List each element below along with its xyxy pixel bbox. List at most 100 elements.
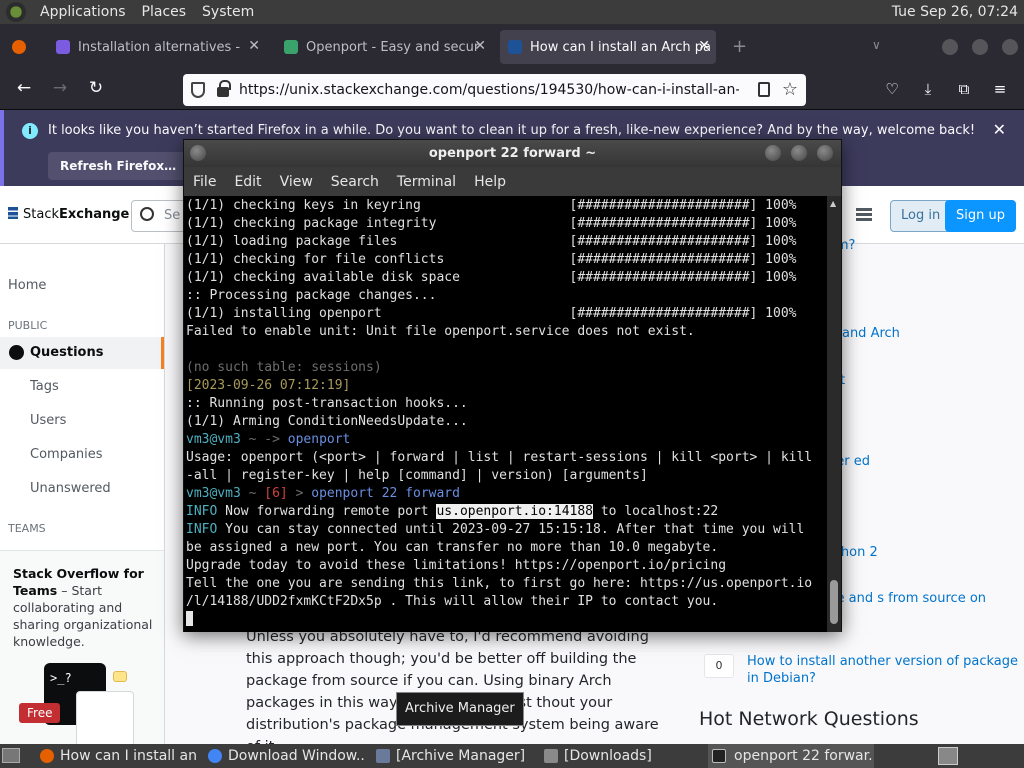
taskbar-tooltip: Archive Manager (396, 692, 524, 726)
stackexchange-logo[interactable]: StackExchange (8, 207, 129, 222)
list-all-tabs-icon[interactable]: ∨ (872, 38, 881, 52)
tab-installation-alternatives[interactable]: Installation alternatives - ✕ (48, 30, 266, 64)
login-button[interactable]: Log in (890, 200, 952, 232)
maximize-window-icon[interactable] (972, 39, 988, 55)
close-tab-icon[interactable]: ✕ (698, 38, 710, 54)
nav-users[interactable]: Users (30, 413, 66, 428)
taskbar-item-archive-manager[interactable]: [Archive Manager] (374, 744, 534, 768)
bookmark-star-icon[interactable]: ☆ (782, 79, 798, 100)
scroll-up-icon[interactable]: ▲ (830, 199, 836, 208)
close-tab-icon[interactable]: ✕ (474, 38, 486, 54)
terminal-menubar: File Edit View Search Terminal Help (184, 167, 841, 196)
terminal-line: [2023-09-26 07:12:19] (186, 378, 351, 393)
terminal-line: (1/1) checking keys in keyring [########… (186, 198, 797, 213)
distro-logo-icon[interactable] (6, 2, 26, 22)
terminal-cursor-line (186, 611, 827, 629)
menu-terminal[interactable]: Terminal (388, 174, 465, 190)
url-text[interactable]: https://unix.stackexchange.com/questions… (239, 82, 739, 98)
terminal-scrollbar[interactable]: ▲ (827, 196, 841, 632)
terminal-title: openport 22 forward ~ (428, 146, 597, 161)
left-sidebar: Home PUBLIC Questions Tags Users Compani… (0, 244, 165, 751)
terminal-output[interactable]: (1/1) checking keys in keyring [########… (184, 196, 827, 632)
terminal-window[interactable]: openport 22 forward ~ File Edit View Sea… (183, 139, 842, 632)
nav-companies[interactable]: Companies (30, 447, 103, 462)
tab-how-can-i-install[interactable]: How can I install an Arch pa ✕ (500, 30, 716, 64)
bottom-taskbar: How can I install an ... Download Window… (0, 744, 1024, 768)
nav-unanswered[interactable]: Unanswered (30, 481, 111, 496)
taskbar-item-terminal[interactable]: openport 22 forwar... (708, 744, 874, 768)
terminal-line: (no such table: sessions) (186, 360, 382, 375)
close-tab-icon[interactable]: ✕ (248, 38, 260, 54)
teams-illustration-card (76, 691, 134, 751)
extensions-icon[interactable]: ⧉ (953, 80, 975, 98)
terminal-titlebar[interactable]: openport 22 forward ~ (184, 140, 841, 167)
pocket-icon[interactable]: ♡ (881, 80, 903, 98)
back-icon[interactable]: ← (12, 78, 36, 98)
nav-home[interactable]: Home (8, 278, 46, 293)
workspace-switcher[interactable] (938, 747, 958, 765)
system-menu[interactable]: System (194, 4, 262, 20)
tab-label: Openport - Easy and secur (306, 39, 480, 55)
favicon-icon (508, 40, 522, 54)
forward-icon[interactable]: → (48, 78, 72, 98)
refresh-firefox-button[interactable]: Refresh Firefox… (48, 152, 189, 180)
lock-icon[interactable] (217, 80, 231, 97)
menu-help[interactable]: Help (465, 174, 515, 190)
scrollbar-thumb[interactable] (830, 580, 838, 624)
terminal-info-line: INFO Now forwarding remote port us.openp… (186, 504, 719, 519)
archive-manager-icon (376, 749, 390, 763)
free-badge[interactable]: Free (19, 703, 61, 723)
taskbar-item-chrome[interactable]: Download Window... (206, 744, 366, 768)
teams-promo: Stack Overflow for Teams – Start collabo… (0, 550, 164, 751)
menu-view[interactable]: View (271, 174, 322, 190)
search-input[interactable]: Se (131, 200, 191, 232)
stackexchange-sites-menu-icon[interactable] (856, 208, 872, 221)
taskbar-item-downloads[interactable]: [Downloads] (542, 744, 702, 768)
nav-tags[interactable]: Tags (30, 379, 59, 394)
applications-menu[interactable]: Applications (32, 4, 134, 20)
related-question-score: 0 (704, 654, 734, 678)
terminal-line: be assigned a new port. You can transfer… (186, 540, 719, 555)
menu-edit[interactable]: Edit (225, 174, 270, 190)
window-menu-icon[interactable] (190, 145, 206, 161)
menu-file[interactable]: File (184, 174, 225, 190)
reload-icon[interactable]: ↻ (84, 78, 108, 98)
signup-button[interactable]: Sign up (945, 200, 1016, 232)
minimize-icon[interactable] (765, 145, 781, 161)
menu-search[interactable]: Search (322, 174, 388, 190)
tracking-protection-shield-icon[interactable] (191, 82, 205, 98)
downloads-icon[interactable]: ⤓ (917, 80, 939, 98)
minimize-window-icon[interactable] (942, 39, 958, 55)
tab-label: How can I install an Arch pa (530, 39, 712, 55)
taskbar-item-firefox[interactable]: How can I install an ... (38, 744, 198, 768)
reader-view-icon[interactable] (758, 82, 770, 97)
close-notification-icon[interactable]: ✕ (993, 120, 1006, 139)
show-desktop-icon[interactable] (2, 748, 20, 763)
terminal-line: -all | register-key | help [command] | v… (186, 468, 648, 483)
terminal-line: :: Processing package changes... (186, 288, 437, 303)
maximize-icon[interactable] (791, 145, 807, 161)
close-window-icon[interactable] (1002, 39, 1018, 55)
related-question-link[interactable]: How to install another version of packag… (747, 653, 1022, 687)
stackexchange-logo-icon (8, 207, 18, 219)
terminal-line: (1/1) installing openport [#############… (186, 306, 797, 321)
tab-openport[interactable]: Openport - Easy and secur ✕ (276, 30, 492, 64)
firefox-tab-bar: Installation alternatives - ✕ Openport -… (0, 24, 1024, 70)
terminal-line: /l/14188/UDD2fxmKCtF2Dx5p . This will al… (186, 594, 719, 609)
firefox-view-button[interactable] (8, 30, 34, 64)
places-menu[interactable]: Places (134, 4, 195, 20)
firefox-icon (12, 40, 26, 54)
nav-questions[interactable]: Questions (30, 345, 103, 360)
selected-text[interactable]: us.openport.io:14188 (436, 504, 594, 519)
terminal-line: Usage: openport (<port> | forward | list… (186, 450, 813, 465)
terminal-line: (1/1) loading package files [###########… (186, 234, 797, 249)
hamburger-menu-icon[interactable]: ≡ (989, 80, 1011, 98)
url-bar[interactable]: https://unix.stackexchange.com/questions… (183, 74, 806, 106)
terminal-prompt-line: vm3@vm3 ~ [6] > openport 22 forward (186, 486, 460, 501)
clock[interactable]: Tue Sep 26, 07:24 (892, 4, 1018, 20)
terminal-line: Upgrade today to avoid these limitations… (186, 558, 727, 573)
new-tab-icon[interactable]: + (732, 36, 747, 57)
nav-section-teams: TEAMS (8, 522, 46, 535)
chrome-icon (208, 749, 222, 763)
close-icon[interactable] (817, 145, 833, 161)
